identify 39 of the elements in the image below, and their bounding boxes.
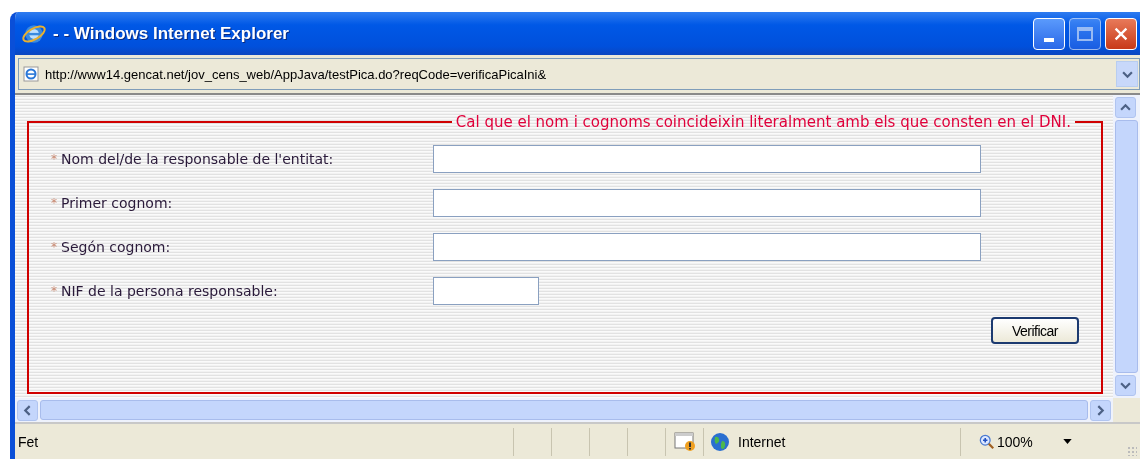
required-mark: *: [51, 240, 57, 254]
input-field[interactable]: [433, 145, 981, 173]
minimize-button[interactable]: [1033, 17, 1065, 50]
url-text: http://www14.gencat.net/jov_cens_web/AppJava/testPica.do?reqCode=verificaPicaIni&: [45, 66, 547, 82]
chevron-down-icon: [1120, 380, 1131, 391]
scroll-up-button[interactable]: [1115, 97, 1136, 118]
dropdown-button[interactable]: [1116, 61, 1138, 87]
globe-icon: [710, 431, 730, 452]
status-text: Fet: [17, 433, 40, 450]
address-bar[interactable]: http://www14.gencat.net/jov_cens_web/AppJava/testPica.do?reqCode=verificaPicaIni&: [18, 58, 1140, 90]
vertical-scrollbar[interactable]: [1113, 95, 1140, 398]
field-label: Nom del/de la responsable de l'entitat:: [61, 151, 334, 167]
input-field[interactable]: [433, 233, 981, 261]
zoom-icon: [979, 433, 995, 450]
required-mark: *: [51, 284, 57, 298]
form-notice: Cal que el nom i cognoms coincideixin literalment amb els que consten en el DNI.: [454, 113, 1072, 131]
caret-icon[interactable]: [1062, 439, 1072, 444]
verify-button[interactable]: Verificar: [991, 317, 1079, 344]
chevron-up-icon: [1120, 102, 1131, 113]
scroll-down-button[interactable]: [1115, 375, 1136, 396]
zoom-control[interactable]: 100%: [960, 427, 1033, 456]
maximize-button[interactable]: [1069, 17, 1101, 50]
horizontal-scrollbar[interactable]: [15, 398, 1113, 422]
field-label: Segón cognom:: [61, 239, 171, 255]
chevron-right-icon: [1095, 405, 1106, 416]
field-label: Primer cognom:: [61, 195, 173, 211]
required-mark: *: [51, 152, 57, 166]
scroll-right-button[interactable]: [1090, 400, 1111, 421]
popup-warning-icon[interactable]: [673, 431, 696, 452]
input-field[interactable]: [433, 277, 539, 305]
zone-label: Internet: [738, 433, 786, 450]
close-button[interactable]: [1105, 17, 1137, 50]
chevron-left-icon: [22, 405, 33, 416]
scroll-left-button[interactable]: [17, 400, 38, 421]
page-icon: [23, 66, 39, 82]
required-mark: *: [51, 196, 57, 210]
window-title: - - Windows Internet Explorer: [53, 23, 289, 44]
input-field[interactable]: [433, 189, 981, 217]
field-label: NIF de la persona responsable:: [61, 283, 278, 299]
